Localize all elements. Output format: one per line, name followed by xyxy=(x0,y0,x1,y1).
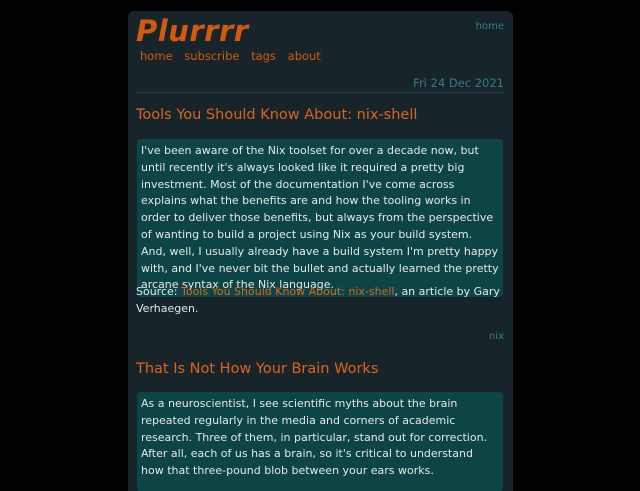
post-date: Fri 24 Dec 2021 xyxy=(413,76,504,90)
source-link[interactable]: Tools You Should Know About: nix-shell xyxy=(181,285,394,298)
divider xyxy=(136,92,505,93)
post-title-1[interactable]: Tools You Should Know About: nix-shell xyxy=(136,107,417,123)
nav-tags[interactable]: tags xyxy=(251,49,276,63)
post-source-1: Source: Tools You Should Know About: nix… xyxy=(136,284,502,318)
tag-nix[interactable]: nix xyxy=(489,331,504,342)
top-home-link[interactable]: home xyxy=(476,21,504,32)
source-prefix: Source: xyxy=(136,285,181,298)
site-logo[interactable]: Plurrrr xyxy=(136,14,249,48)
post-quote-2: As a neuroscientist, I see scientific my… xyxy=(137,392,503,491)
nav-subscribe[interactable]: subscribe xyxy=(184,49,239,63)
blog-card: home Plurrrr home subscribe tags about F… xyxy=(128,11,513,491)
main-nav: home subscribe tags about xyxy=(140,49,329,63)
post-quote-1: I've been aware of the Nix toolset for o… xyxy=(137,139,503,298)
nav-about[interactable]: about xyxy=(288,49,321,63)
nav-home[interactable]: home xyxy=(140,49,173,63)
post-title-2[interactable]: That Is Not How Your Brain Works xyxy=(136,361,378,377)
